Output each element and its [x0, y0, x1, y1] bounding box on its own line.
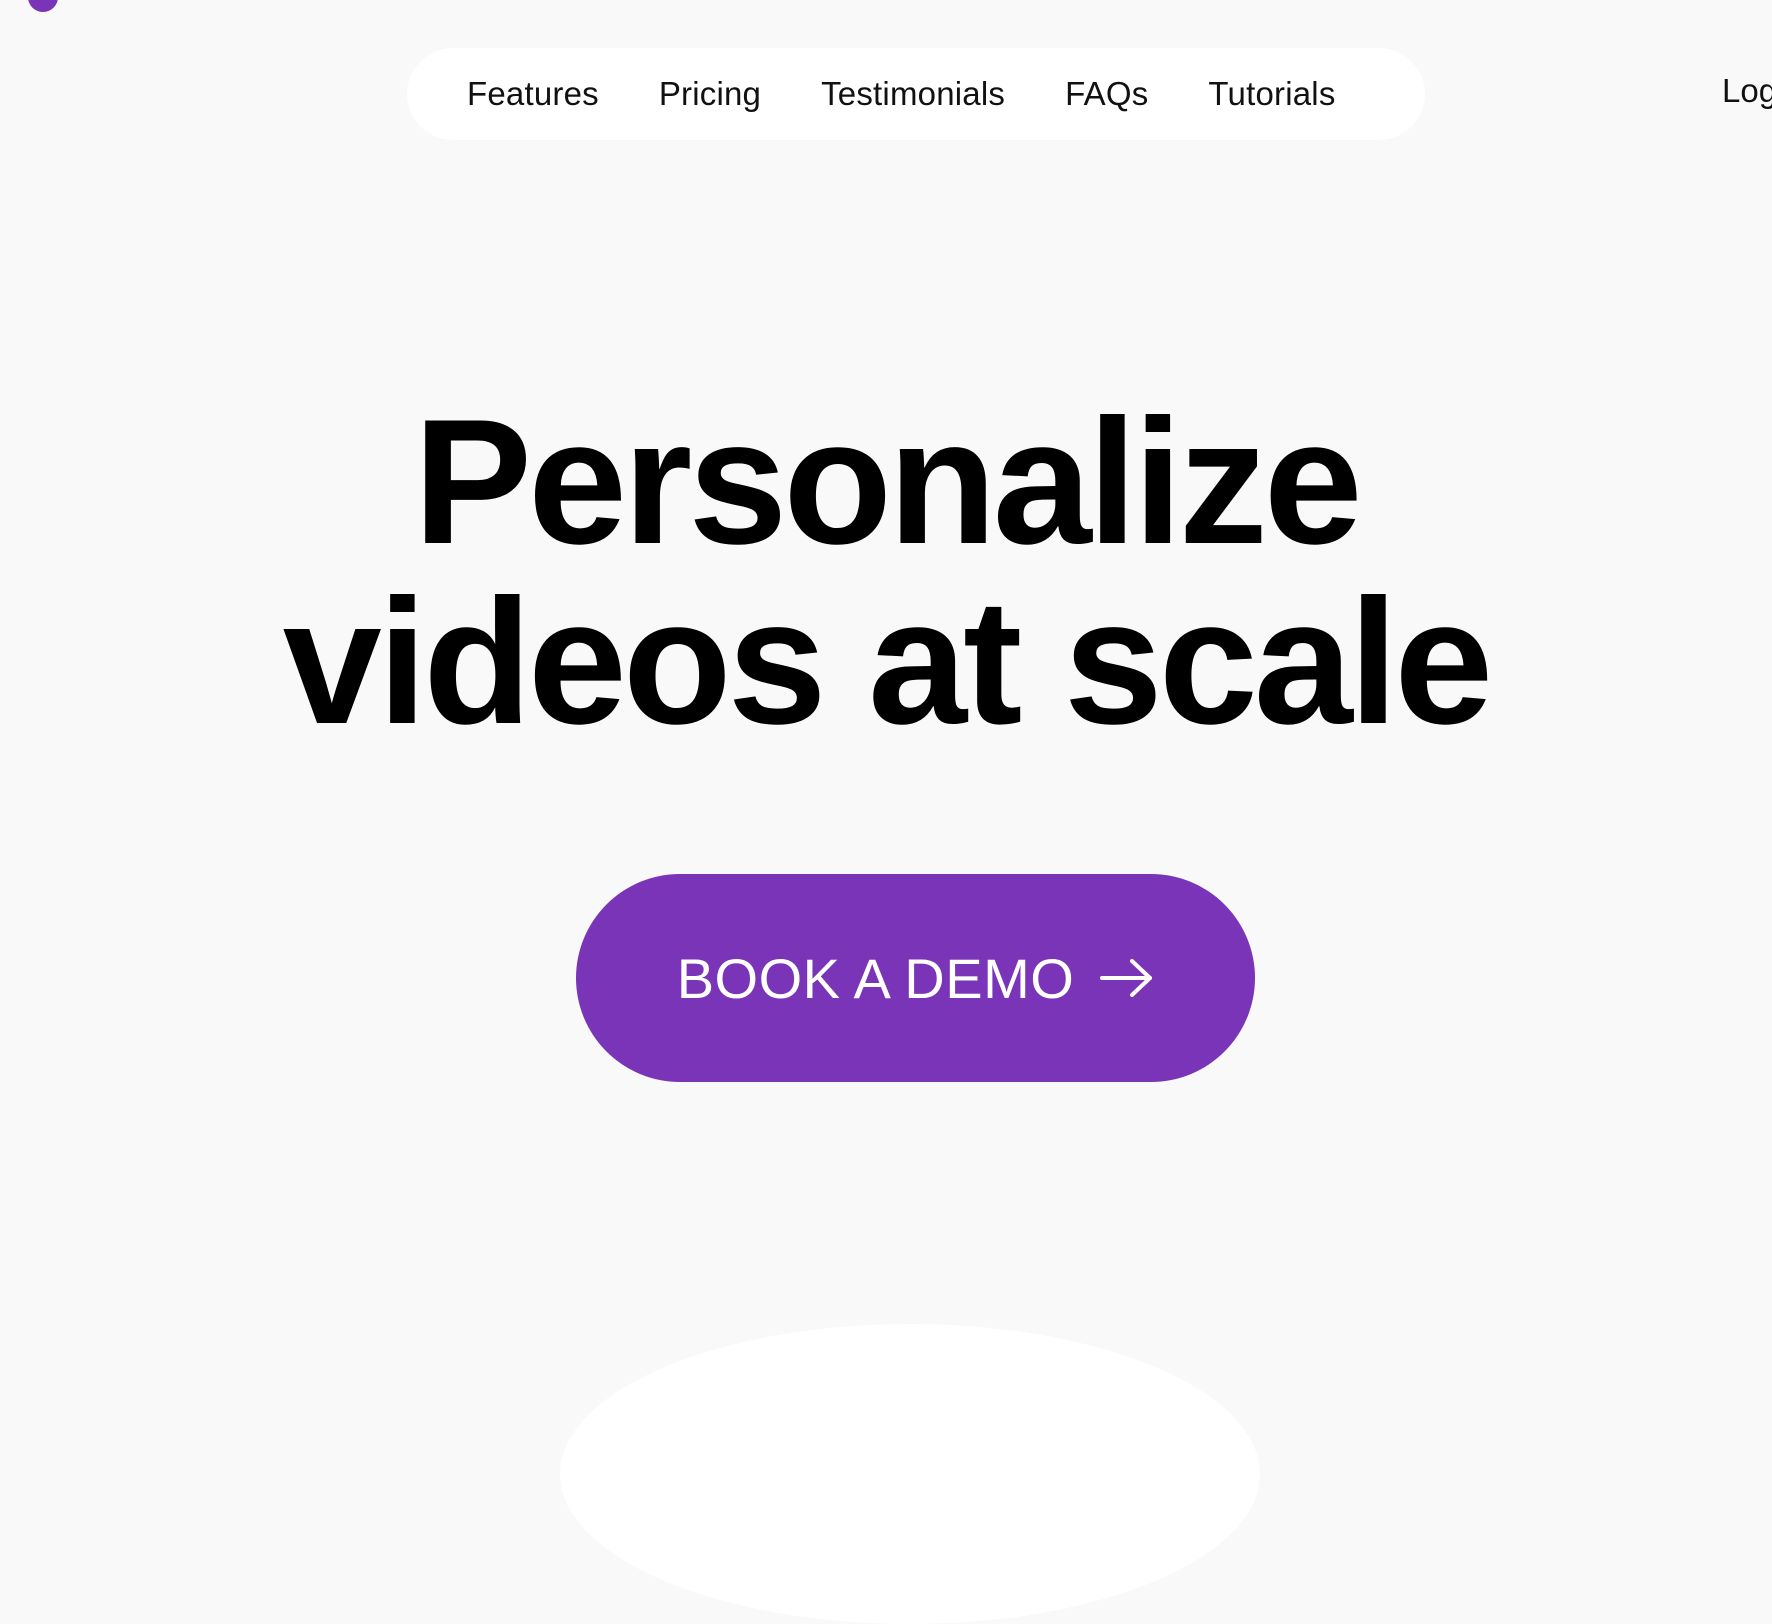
nav-item-pricing[interactable]: Pricing — [659, 75, 761, 113]
hero-title-line-2: videos at scale — [282, 562, 1494, 761]
nav-item-testimonials[interactable]: Testimonials — [821, 75, 1005, 113]
book-demo-button[interactable]: BOOK A DEMO — [576, 874, 1255, 1082]
hero-title-line-1: Personalize — [413, 382, 1362, 581]
nav-item-faqs[interactable]: FAQs — [1065, 75, 1148, 113]
main-nav: Features Pricing Testimonials FAQs Tutor… — [407, 48, 1425, 140]
bottom-decorative-arc — [560, 1324, 1260, 1624]
logo-icon[interactable] — [28, 0, 58, 12]
hero-title: Personalize videos at scale — [0, 392, 1772, 752]
nav-item-tutorials[interactable]: Tutorials — [1208, 75, 1335, 113]
login-link[interactable]: Log — [1722, 72, 1772, 110]
book-demo-label: BOOK A DEMO — [676, 946, 1075, 1010]
arrow-right-icon — [1100, 959, 1153, 997]
nav-item-features[interactable]: Features — [467, 75, 599, 113]
